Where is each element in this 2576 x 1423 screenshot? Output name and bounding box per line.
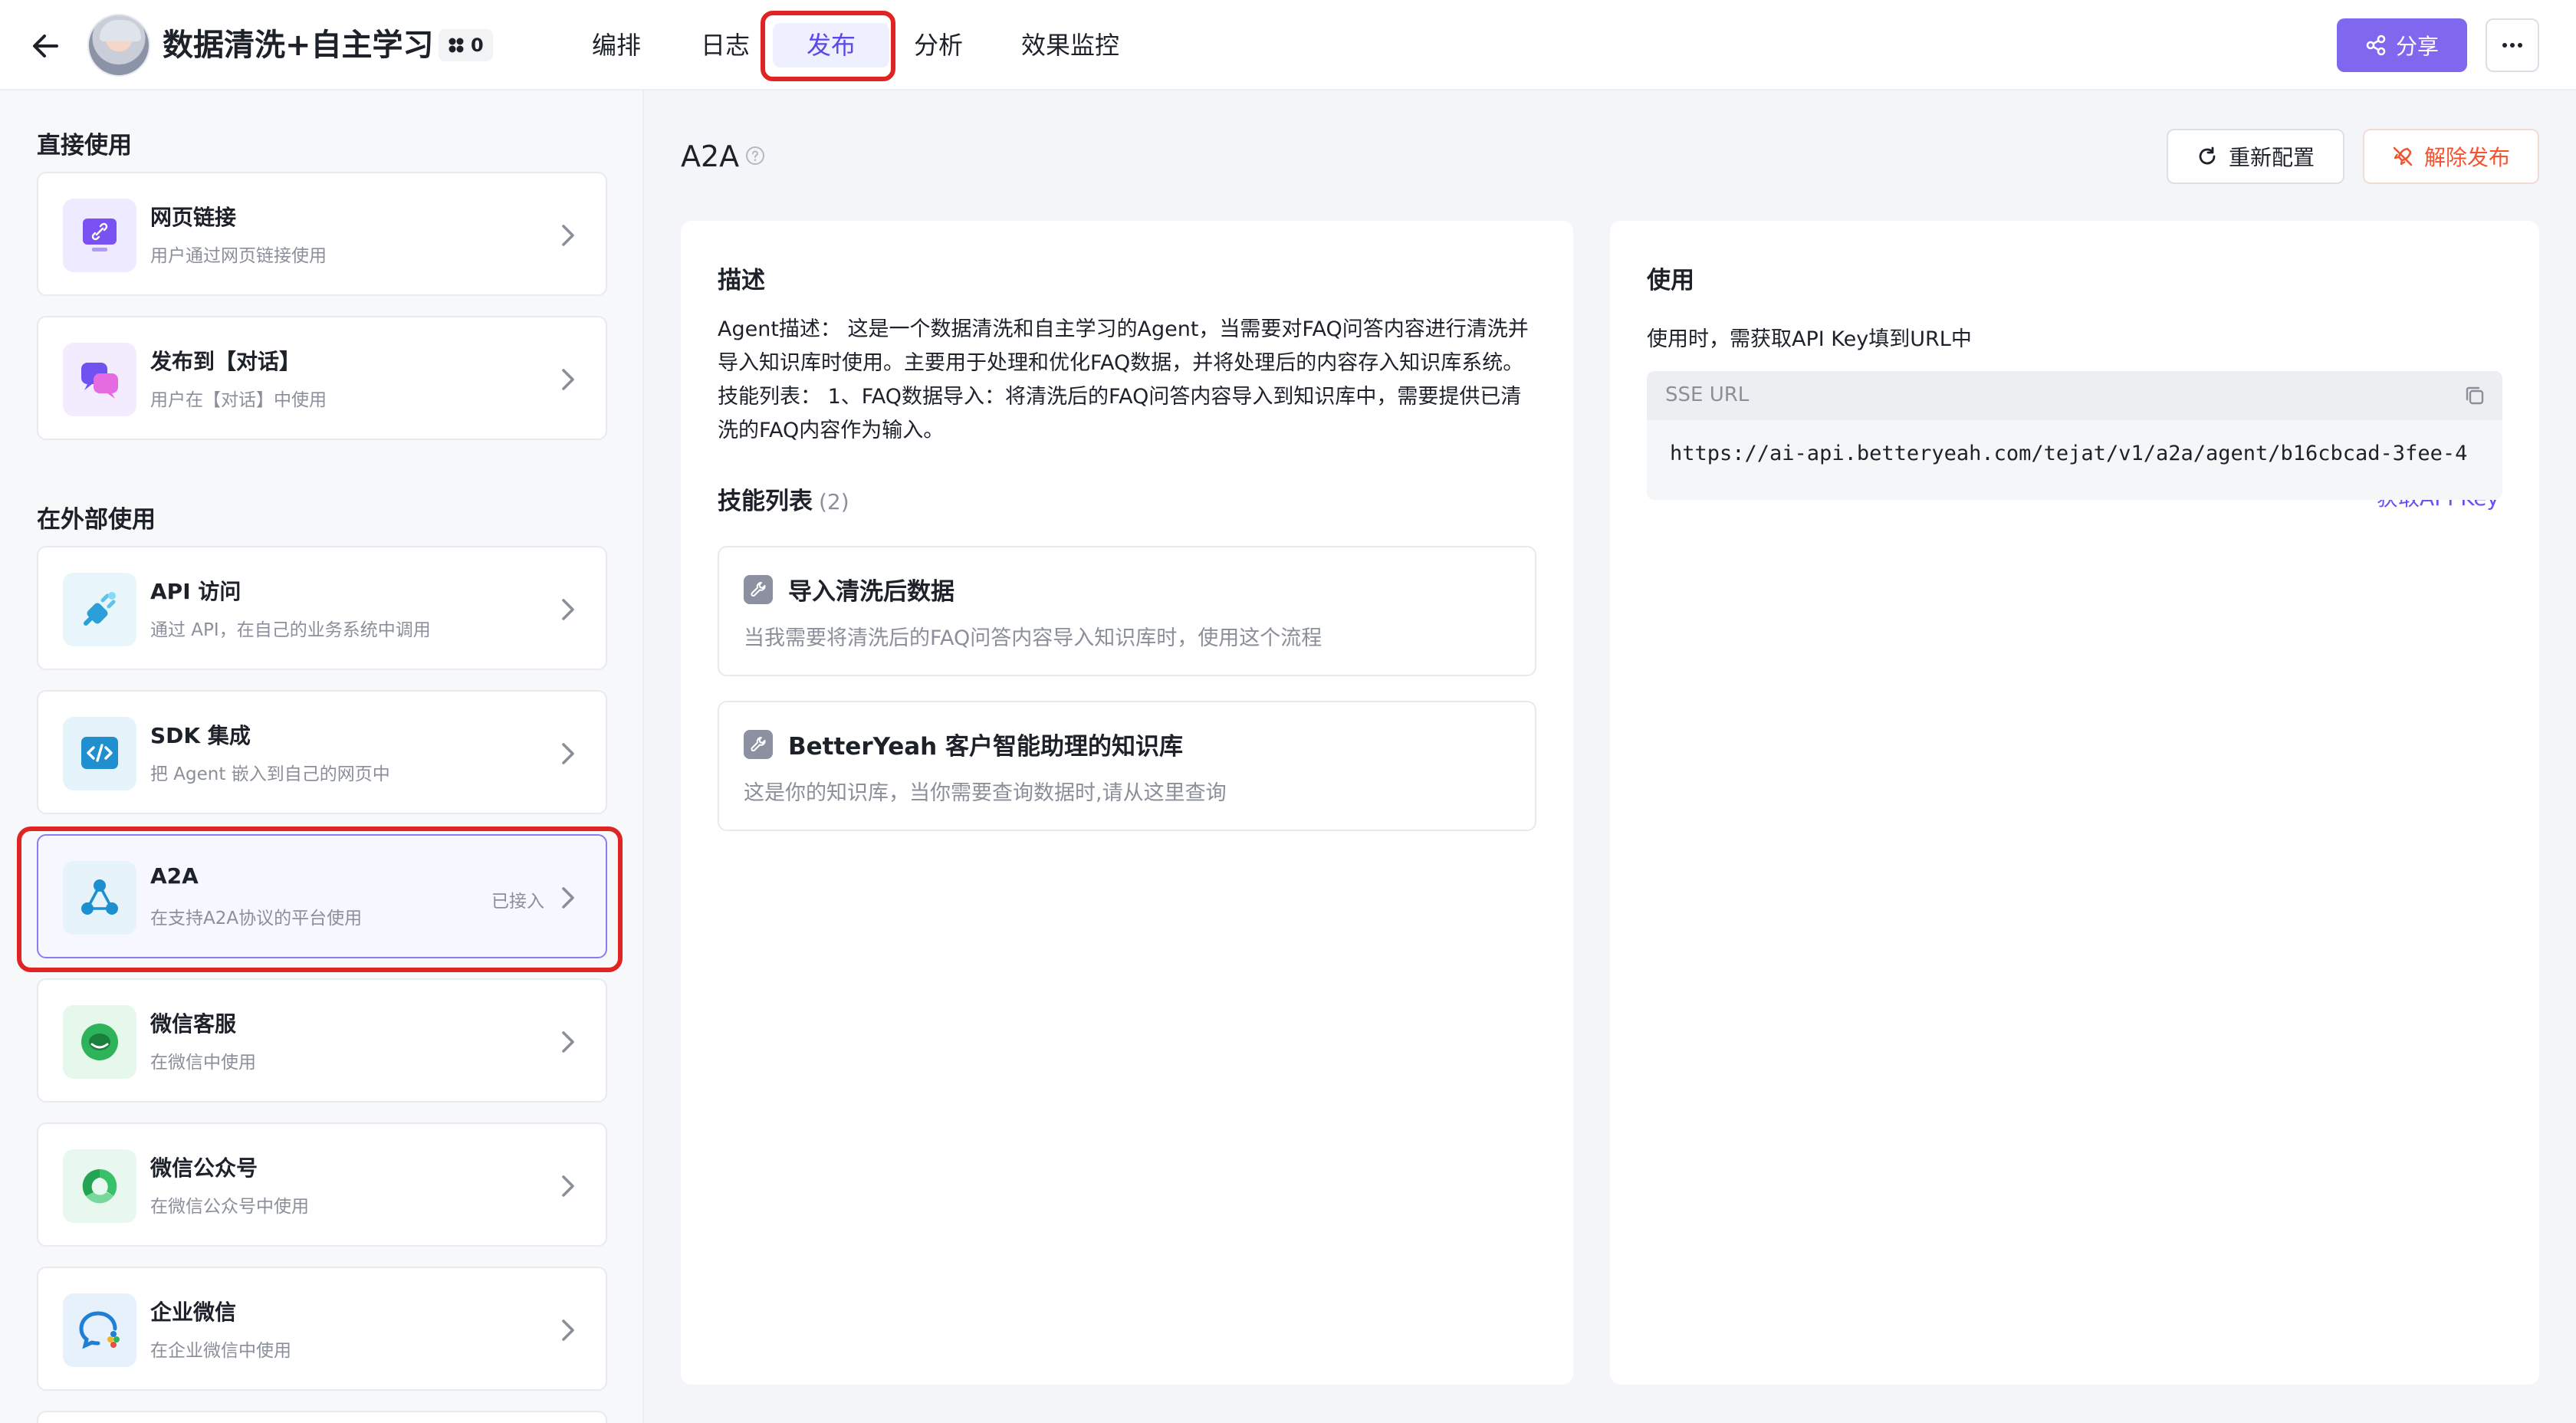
channel-name: 网页链接: [150, 205, 237, 230]
usage-instruction: 使用时，需获取API Key填到URL中: [1647, 327, 1972, 351]
tab-analytics[interactable]: 分析: [914, 23, 963, 67]
chat-bubbles-icon: [63, 343, 136, 416]
top-bar: 数据清洗+自主学习 0 编排 日志 发布 分析 效果监控 分享: [0, 0, 2576, 90]
channel-card-api[interactable]: API 访问 通过 API，在自己的业务系统中调用: [37, 546, 607, 670]
reconfigure-label: 重新配置: [2228, 145, 2315, 170]
channel-name: 企业微信: [150, 1300, 237, 1325]
chevron-right-icon: [555, 1172, 580, 1200]
channel-card-partial: [37, 1411, 607, 1423]
more-options-button[interactable]: [2486, 18, 2539, 72]
wrench-icon: [744, 730, 773, 759]
chevron-right-icon: [555, 366, 580, 393]
wechat-official-icon: [63, 1149, 136, 1223]
ellipsis-icon: [2502, 42, 2523, 48]
page-title: A2A: [681, 140, 740, 173]
channel-card-a2a[interactable]: A2A 在支持A2A协议的平台使用 已接入: [37, 834, 607, 958]
unpublish-rocket-icon: [2392, 146, 2413, 167]
skill-desc: 当我需要将清洗后的FAQ问答内容导入知识库时，使用这个流程: [744, 626, 1322, 650]
usage-heading: 使用: [1647, 267, 1694, 294]
channel-card-sdk[interactable]: SDK 集成 把 Agent 嵌入到自己的网页中: [37, 690, 607, 814]
channel-desc: 用户通过网页链接使用: [150, 246, 327, 266]
sse-url-header: [1647, 371, 2502, 420]
channel-desc: 通过 API，在自己的业务系统中调用: [150, 620, 431, 640]
chevron-right-icon: [555, 596, 580, 623]
description-text: Agent描述： 这是一个数据清洗和自主学习的Agent，当需要对FAQ问答内容…: [718, 317, 1529, 442]
tab-publish[interactable]: 发布: [773, 23, 889, 67]
copy-icon[interactable]: [2463, 383, 2487, 408]
team-count: 0: [471, 35, 484, 56]
channel-name: 微信公众号: [150, 1155, 258, 1181]
app-title: 数据清洗+自主学习: [163, 28, 434, 63]
skill-card[interactable]: BetterYeah 客户智能助理的知识库 这是你的知识库，当你需要查询数据时,…: [718, 701, 1536, 831]
section-title-direct: 直接使用: [37, 132, 132, 159]
sse-url-box: SSE URL https://ai-api.betteryeah.com/te…: [1647, 371, 2502, 500]
sse-url-label: SSE URL: [1665, 383, 1750, 406]
wecom-icon: [63, 1293, 136, 1367]
channel-card-wecom[interactable]: 企业微信 在企业微信中使用: [37, 1267, 607, 1391]
chevron-right-icon: [555, 884, 580, 912]
channel-name: API 访问: [150, 579, 242, 604]
channel-name: 微信客服: [150, 1011, 237, 1037]
channel-card-wechat-service[interactable]: 微信客服 在微信中使用: [37, 978, 607, 1103]
team-badge[interactable]: 0: [439, 29, 493, 61]
channel-name: 发布到【对话】: [150, 349, 301, 374]
skill-desc: 这是你的知识库，当你需要查询数据时,请从这里查询: [744, 781, 1227, 805]
channel-desc: 用户在【对话】中使用: [150, 390, 327, 410]
chevron-right-icon: [555, 1028, 580, 1056]
channel-card-chat[interactable]: 发布到【对话】 用户在【对话】中使用: [37, 316, 607, 440]
share-icon: [2365, 35, 2387, 56]
channel-desc: 在微信中使用: [150, 1053, 256, 1073]
tab-orchestrate[interactable]: 编排: [592, 23, 641, 67]
back-arrow-icon[interactable]: [28, 28, 64, 64]
api-plug-icon: [63, 573, 136, 646]
channel-card-wechat-official[interactable]: 微信公众号 在微信公众号中使用: [37, 1122, 607, 1247]
unpublish-button[interactable]: 解除发布: [2363, 129, 2539, 184]
skill-card[interactable]: 导入清洗后数据 当我需要将清洗后的FAQ问答内容导入知识库时，使用这个流程: [718, 546, 1536, 676]
code-icon: [63, 717, 136, 790]
reconfigure-button[interactable]: 重新配置: [2167, 129, 2344, 184]
tab-logs[interactable]: 日志: [701, 23, 750, 67]
connected-status: 已接入: [491, 892, 544, 912]
channel-name: A2A: [150, 863, 199, 889]
skills-heading: 技能列表 (2): [718, 481, 849, 516]
chevron-right-icon: [555, 1316, 580, 1344]
unpublish-label: 解除发布: [2423, 145, 2510, 170]
skill-name: BetterYeah 客户智能助理的知识库: [788, 733, 1184, 761]
channel-desc: 在企业微信中使用: [150, 1341, 291, 1361]
a2a-network-icon: [63, 861, 136, 935]
channel-desc: 在微信公众号中使用: [150, 1197, 309, 1217]
skill-name: 导入清洗后数据: [788, 578, 955, 606]
help-circle-icon[interactable]: [745, 146, 765, 166]
channel-desc: 在支持A2A协议的平台使用: [150, 909, 363, 928]
tab-monitoring[interactable]: 效果监控: [1021, 23, 1119, 67]
section-title-external: 在外部使用: [37, 506, 156, 534]
wechat-service-icon: [63, 1005, 136, 1079]
wrench-icon: [744, 575, 773, 604]
description-heading: 描述: [718, 267, 765, 294]
grid-icon: [448, 37, 465, 54]
sse-url-value[interactable]: https://ai-api.betteryeah.com/tejat/v1/a…: [1670, 442, 2467, 465]
refresh-icon: [2196, 146, 2218, 167]
share-button[interactable]: 分享: [2337, 18, 2467, 72]
chevron-right-icon: [555, 740, 580, 767]
channel-name: SDK 集成: [150, 723, 251, 748]
share-label: 分享: [2395, 34, 2439, 59]
skills-count: (2): [819, 489, 849, 514]
web-link-icon: [63, 199, 136, 272]
channel-card-web-link[interactable]: 网页链接 用户通过网页链接使用: [37, 172, 607, 296]
channel-desc: 把 Agent 嵌入到自己的网页中: [150, 764, 390, 784]
skills-heading-label: 技能列表: [718, 488, 813, 515]
agent-avatar: [87, 14, 150, 77]
chevron-right-icon: [555, 222, 580, 249]
